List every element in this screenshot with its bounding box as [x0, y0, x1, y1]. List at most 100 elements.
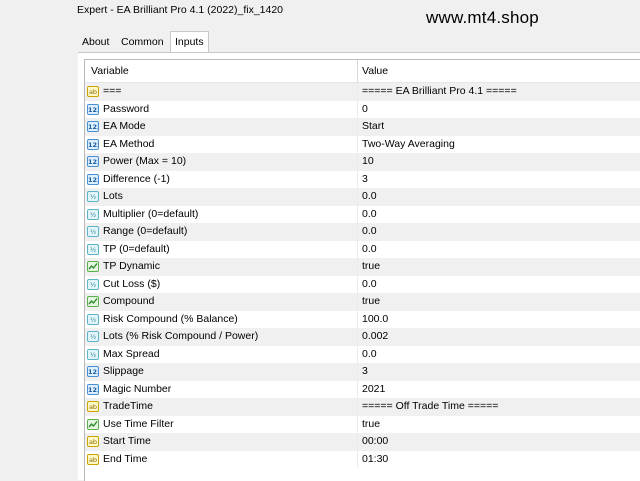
table-row[interactable]: Compound true	[85, 293, 640, 311]
row-column-divider	[357, 83, 358, 101]
row-column-divider	[357, 100, 358, 118]
variable-name: Compound	[103, 295, 155, 307]
table-row[interactable]: ½ TP (0=default) 0.0	[85, 240, 640, 259]
variable-value[interactable]: 0.0	[362, 223, 377, 241]
variable-name: Risk Compound (% Balance)	[103, 312, 238, 325]
variable-name: End Time	[103, 452, 148, 465]
variable-name: Slippage	[103, 365, 144, 377]
table-row[interactable]: ½ Cut Loss ($) 0.0	[85, 275, 640, 294]
variable-value[interactable]: 0.0	[362, 206, 377, 224]
table-row[interactable]: ½ Risk Compound (% Balance) 100.0	[85, 310, 640, 329]
table-row[interactable]: 123 Slippage 3	[85, 363, 640, 381]
boolean-type-icon	[87, 418, 99, 430]
table-row[interactable]: ab === ===== EA Brilliant Pro 4.1 =====	[85, 83, 640, 101]
variable-value[interactable]: 100.0	[362, 311, 388, 329]
boolean-type-icon	[87, 261, 99, 272]
string-type-icon: ab	[87, 401, 99, 412]
variable-value[interactable]: 0.002	[362, 328, 388, 346]
variable-value[interactable]: true	[362, 258, 380, 276]
double-type-icon: ½	[87, 331, 99, 342]
table-row[interactable]: TP Dynamic true	[85, 258, 640, 276]
watermark: www.mt4.shop	[426, 8, 539, 27]
variable-name: Use Time Filter	[103, 417, 174, 430]
variable-value[interactable]: 0.0	[362, 346, 377, 364]
variable-value[interactable]: 0	[362, 101, 368, 119]
row-column-divider	[357, 275, 358, 293]
variable-name: Power (Max = 10)	[103, 155, 187, 167]
table-row[interactable]: 123 EA Mode Start	[85, 118, 640, 136]
variable-value[interactable]: 00:00	[362, 433, 388, 451]
row-column-divider	[357, 433, 358, 451]
variable-name: EA Method	[103, 137, 155, 150]
integer-type-icon: 123	[87, 121, 99, 132]
tab-common[interactable]: Common	[117, 33, 168, 51]
double-type-icon: ½	[87, 348, 99, 360]
row-column-divider	[357, 118, 358, 136]
variable-name: EA Mode	[103, 120, 146, 132]
variable-name: ===	[103, 85, 122, 97]
row-column-divider	[357, 240, 358, 258]
integer-type-icon: 123	[87, 156, 99, 167]
row-column-divider	[357, 380, 358, 398]
integer-type-icon: 123	[87, 383, 99, 395]
tab-inputs[interactable]: Inputs	[170, 31, 209, 53]
table-row[interactable]: ab TradeTime ===== Off Trade Time =====	[85, 398, 640, 416]
row-column-divider	[357, 205, 358, 223]
variable-value[interactable]: 3	[362, 171, 368, 189]
variable-value[interactable]: true	[362, 293, 380, 311]
column-header-variable[interactable]: Variable	[91, 60, 129, 82]
variable-value[interactable]: Two-Way Averaging	[362, 136, 455, 154]
double-type-icon: ½	[87, 191, 99, 202]
row-column-divider	[357, 170, 358, 188]
variable-name: Cut Loss ($)	[103, 277, 161, 290]
table-row[interactable]: 123 Magic Number 2021	[85, 380, 640, 399]
row-column-divider	[357, 310, 358, 328]
integer-type-icon: 123	[87, 103, 99, 115]
variable-value[interactable]: 0.0	[362, 276, 377, 294]
variable-name: TP (0=default)	[103, 242, 170, 255]
variable-value[interactable]: 10	[362, 153, 374, 171]
variable-name: Range (0=default)	[103, 225, 188, 237]
variable-value[interactable]: 0.0	[362, 241, 377, 259]
variable-value[interactable]: true	[362, 416, 380, 434]
window-title: Expert - EA Brilliant Pro 4.1 (2022)_fix…	[77, 4, 284, 16]
variable-value[interactable]: Start	[362, 118, 384, 136]
table-row[interactable]: ½ Lots 0.0	[85, 188, 640, 206]
row-column-divider	[357, 135, 358, 153]
variable-value[interactable]: 2021	[362, 381, 385, 399]
variable-name: Magic Number	[103, 382, 172, 395]
column-separator[interactable]	[357, 60, 358, 82]
table-row[interactable]: ab End Time 01:30	[85, 450, 640, 469]
table-row[interactable]: 123 Password 0	[85, 100, 640, 119]
variable-value[interactable]: ===== Off Trade Time =====	[362, 398, 498, 416]
variable-value[interactable]: 3	[362, 363, 368, 381]
table-row[interactable]: 123 Difference (-1) 3	[85, 170, 640, 189]
table-row[interactable]: Use Time Filter true	[85, 415, 640, 434]
string-type-icon: ab	[87, 86, 99, 97]
variable-name: Lots	[103, 190, 123, 202]
integer-type-icon: 123	[87, 138, 99, 150]
table-row[interactable]: ½ Lots (% Risk Compound / Power) 0.002	[85, 328, 640, 346]
table-row[interactable]: ½ Max Spread 0.0	[85, 345, 640, 364]
double-type-icon: ½	[87, 226, 99, 237]
table-row[interactable]: 123 Power (Max = 10) 10	[85, 153, 640, 171]
table-row[interactable]: 123 EA Method Two-Way Averaging	[85, 135, 640, 154]
table-row[interactable]: ½ Multiplier (0=default) 0.0	[85, 205, 640, 224]
variable-name: TP Dynamic	[103, 260, 160, 272]
variable-value[interactable]: ===== EA Brilliant Pro 4.1 =====	[362, 83, 517, 101]
table-row[interactable]: ½ Range (0=default) 0.0	[85, 223, 640, 241]
grid-rows: ab======== EA Brilliant Pro 4.1 =====123…	[85, 83, 640, 468]
integer-type-icon: 123	[87, 366, 99, 377]
double-type-icon: ½	[87, 313, 99, 325]
variable-name: Multiplier (0=default)	[103, 207, 199, 220]
column-header-value[interactable]: Value	[362, 60, 388, 82]
tab-about[interactable]: About	[78, 33, 113, 51]
string-type-icon: ab	[87, 453, 99, 465]
boolean-type-icon	[87, 296, 99, 307]
variable-value[interactable]: 01:30	[362, 451, 388, 469]
variable-name: Password	[103, 102, 150, 115]
variable-value[interactable]: 0.0	[362, 188, 377, 206]
row-column-divider	[357, 415, 358, 433]
inputs-panel: Variable Value ab === ===== EA Brilliant P…	[78, 52, 640, 481]
table-row[interactable]: ab Start Time 00:00	[85, 433, 640, 451]
